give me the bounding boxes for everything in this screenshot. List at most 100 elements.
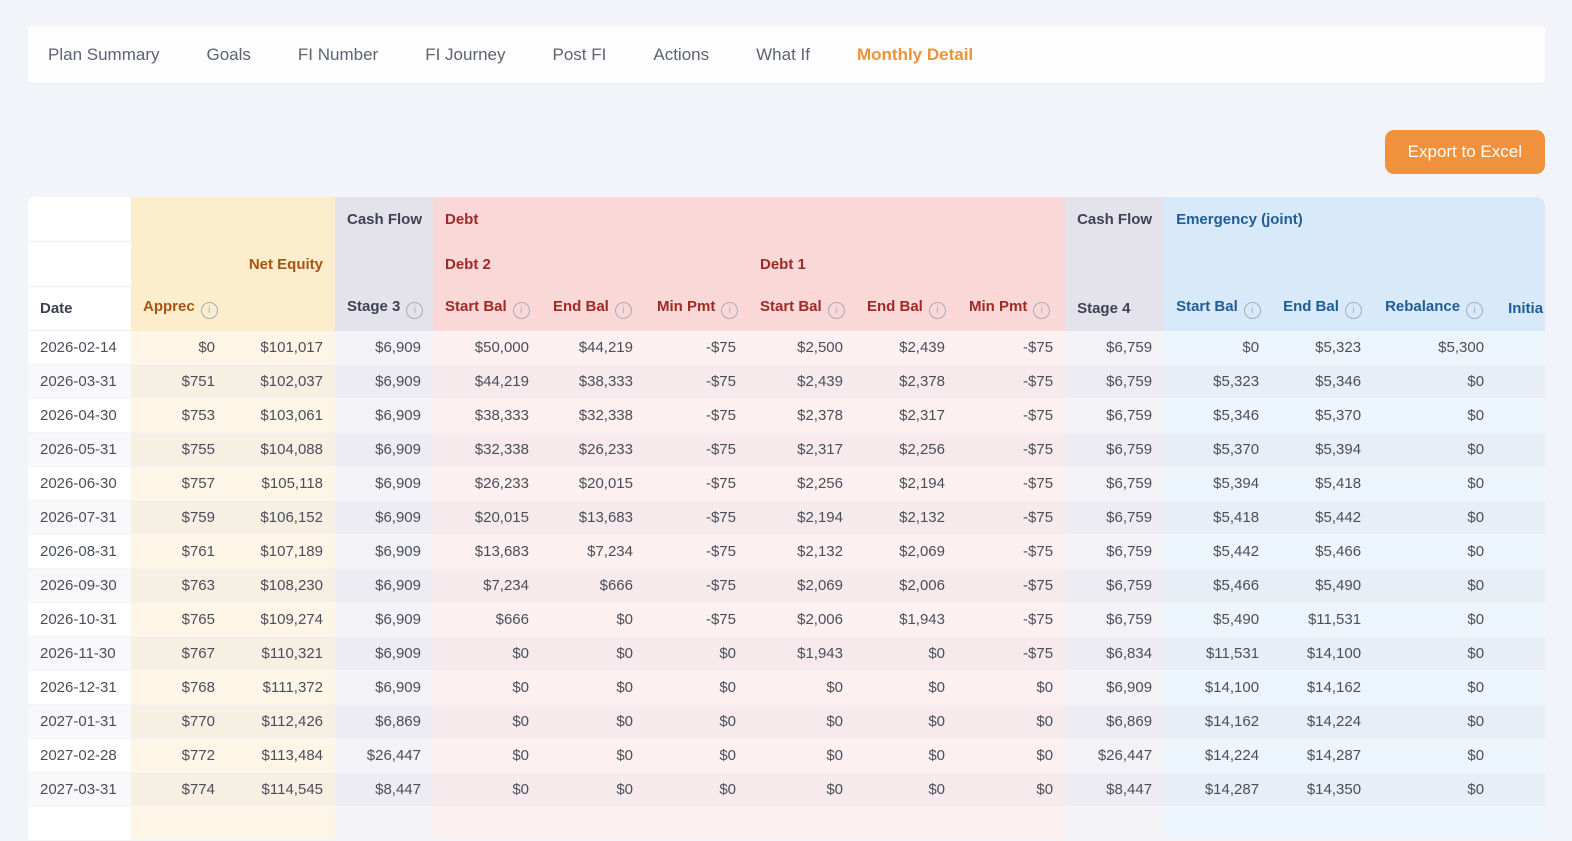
date-cell: 2026-06-30 — [28, 467, 131, 501]
value-cell: $0 — [1373, 739, 1496, 773]
info-icon[interactable]: i — [1345, 302, 1362, 319]
info-icon[interactable]: i — [828, 302, 845, 319]
value-cell: $768 — [131, 671, 227, 705]
table-row: 2026-07-31$759$106,152$6,909$20,015$13,6… — [28, 501, 1545, 535]
info-icon[interactable]: i — [406, 302, 423, 319]
value-cell: $38,333 — [541, 365, 645, 399]
value-cell: -$75 — [645, 399, 748, 433]
value-cell: -$75 — [645, 569, 748, 603]
tab-actions[interactable]: Actions — [653, 45, 709, 65]
date-cell: 2026-05-31 — [28, 433, 131, 467]
tab-plan-summary[interactable]: Plan Summary — [48, 45, 159, 65]
value-cell: $26,447 — [1065, 739, 1164, 773]
value-cell: $0 — [433, 739, 541, 773]
value-cell: -$75 — [957, 603, 1065, 637]
value-cell: $0 — [748, 705, 855, 739]
column-header-initia: Initia — [1496, 287, 1545, 331]
column-subgroup-spacer — [335, 242, 433, 287]
value-cell: $26,233 — [433, 467, 541, 501]
value-cell — [1496, 739, 1545, 773]
value-cell: $5,442 — [1164, 535, 1271, 569]
top-nav: Plan Summary Goals FI Number FI Journey … — [28, 26, 1545, 83]
tab-goals[interactable]: Goals — [206, 45, 250, 65]
value-cell: -$75 — [645, 535, 748, 569]
info-icon[interactable]: i — [1244, 302, 1261, 319]
table-row: 2027-02-28$772$113,484$26,447$0$0$0$0$0$… — [28, 739, 1545, 773]
value-cell: $6,909 — [335, 535, 433, 569]
value-cell: $753 — [131, 399, 227, 433]
value-cell: $5,490 — [1164, 603, 1271, 637]
value-cell — [1496, 603, 1545, 637]
value-cell: $2,500 — [748, 331, 855, 365]
value-cell — [1496, 807, 1545, 841]
value-cell: $14,100 — [1164, 671, 1271, 705]
value-cell: $32,338 — [541, 399, 645, 433]
value-cell — [1271, 807, 1373, 841]
value-cell — [1065, 807, 1164, 841]
value-cell: $114,545 — [227, 773, 335, 807]
info-icon[interactable]: i — [201, 302, 218, 319]
value-cell: $26,233 — [541, 433, 645, 467]
value-cell: $0 — [1373, 467, 1496, 501]
value-cell: $101,017 — [227, 331, 335, 365]
value-cell: $111,372 — [227, 671, 335, 705]
table-body: 2026-02-14$0$101,017$6,909$50,000$44,219… — [28, 331, 1545, 841]
value-cell: $2,317 — [748, 433, 855, 467]
value-cell: $757 — [131, 467, 227, 501]
column-subgroup-spacer — [131, 242, 227, 287]
value-cell — [1373, 807, 1496, 841]
export-to-excel-button[interactable]: Export to Excel — [1385, 130, 1545, 174]
column-group-label: Debt — [445, 211, 478, 228]
value-cell: $0 — [1164, 331, 1271, 365]
value-cell: $20,015 — [433, 501, 541, 535]
value-cell: $0 — [855, 773, 957, 807]
value-cell: $6,909 — [335, 671, 433, 705]
tab-monthly-detail[interactable]: Monthly Detail — [857, 45, 973, 65]
value-cell: $772 — [131, 739, 227, 773]
info-icon[interactable]: i — [721, 302, 738, 319]
value-cell: $770 — [131, 705, 227, 739]
info-icon[interactable]: i — [929, 302, 946, 319]
monthly-detail-table: Cash FlowDebtCash FlowEmergency (joint)N… — [28, 197, 1545, 841]
column-header-label: Start Bal — [445, 298, 507, 315]
value-cell — [1496, 365, 1545, 399]
value-cell: $0 — [433, 671, 541, 705]
value-cell: $50,000 — [433, 331, 541, 365]
value-cell: $102,037 — [227, 365, 335, 399]
value-cell: $6,909 — [335, 399, 433, 433]
column-subgroup-row: Net EquityDebt 2Debt 1 — [28, 242, 1545, 287]
tab-fi-journey[interactable]: FI Journey — [425, 45, 505, 65]
value-cell: $13,683 — [541, 501, 645, 535]
value-cell: $0 — [1373, 705, 1496, 739]
value-cell: $0 — [541, 773, 645, 807]
value-cell: $0 — [645, 739, 748, 773]
value-cell: -$75 — [957, 365, 1065, 399]
date-cell: 2026-03-31 — [28, 365, 131, 399]
value-cell: $666 — [433, 603, 541, 637]
value-cell — [855, 807, 957, 841]
value-cell — [131, 807, 227, 841]
info-icon[interactable]: i — [1033, 302, 1050, 319]
date-cell: 2026-09-30 — [28, 569, 131, 603]
info-icon[interactable]: i — [513, 302, 530, 319]
value-cell: $6,759 — [1065, 501, 1164, 535]
value-cell: $5,418 — [1164, 501, 1271, 535]
column-subgroup-label: Net Equity — [249, 256, 323, 273]
value-cell: $0 — [541, 671, 645, 705]
column-header-stage-4: Stage 4 — [1065, 287, 1164, 331]
value-cell: $0 — [541, 705, 645, 739]
info-icon[interactable]: i — [615, 302, 632, 319]
tab-fi-number[interactable]: FI Number — [298, 45, 378, 65]
tab-what-if[interactable]: What If — [756, 45, 810, 65]
column-header-start-bal: Start Bali — [1164, 287, 1271, 331]
date-cell — [28, 807, 131, 841]
column-group-spacer — [131, 197, 335, 242]
value-cell: $0 — [541, 603, 645, 637]
tab-post-fi[interactable]: Post FI — [553, 45, 607, 65]
value-cell: $6,834 — [1065, 637, 1164, 671]
value-cell: $7,234 — [433, 569, 541, 603]
info-icon[interactable]: i — [1466, 302, 1483, 319]
value-cell: $0 — [855, 705, 957, 739]
column-header-label: End Bal — [867, 298, 923, 315]
value-cell: $32,338 — [433, 433, 541, 467]
